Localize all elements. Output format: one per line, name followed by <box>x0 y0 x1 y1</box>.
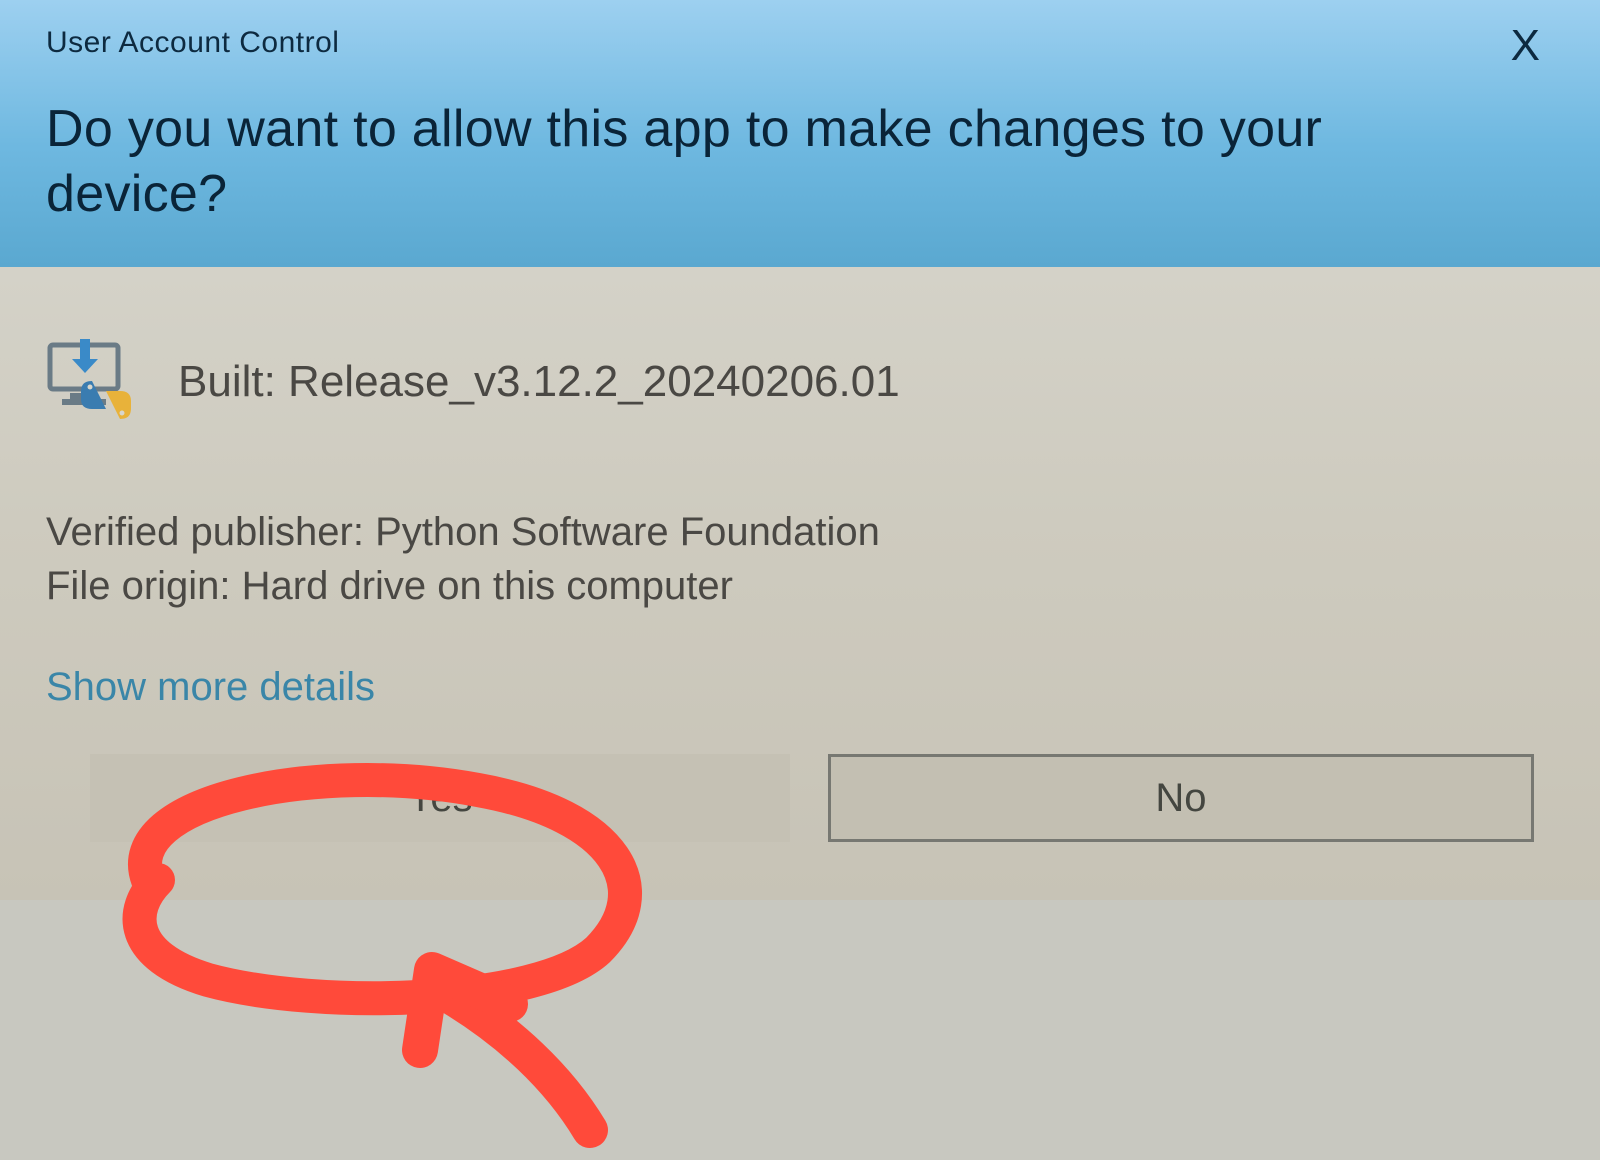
app-row: Built: Release_v3.12.2_20240206.01 <box>46 321 1554 425</box>
uac-prompt: Do you want to allow this app to make ch… <box>46 97 1554 227</box>
origin-label: File origin: <box>46 564 231 608</box>
installer-python-icon <box>46 339 142 425</box>
close-icon[interactable]: X <box>1497 22 1554 69</box>
yes-button[interactable]: Yes <box>90 754 790 842</box>
uac-header: User Account Control X Do you want to al… <box>0 0 1600 267</box>
title-row: User Account Control X <box>46 26 1554 69</box>
uac-body: Built: Release_v3.12.2_20240206.01 Verif… <box>0 267 1600 900</box>
publisher-label: Verified publisher: <box>46 510 364 554</box>
origin-value: Hard drive on this computer <box>242 564 733 608</box>
app-name: Built: Release_v3.12.2_20240206.01 <box>178 357 900 407</box>
dialog-title: User Account Control <box>46 26 339 60</box>
origin-line: File origin: Hard drive on this computer <box>46 559 1554 613</box>
publisher-value: Python Software Foundation <box>375 510 880 554</box>
publisher-line: Verified publisher: Python Software Foun… <box>46 505 1554 559</box>
no-button[interactable]: No <box>828 754 1534 842</box>
button-row: Yes No <box>46 754 1554 842</box>
show-more-details-link[interactable]: Show more details <box>46 665 1554 710</box>
annotation-arrow-icon <box>360 900 640 1160</box>
